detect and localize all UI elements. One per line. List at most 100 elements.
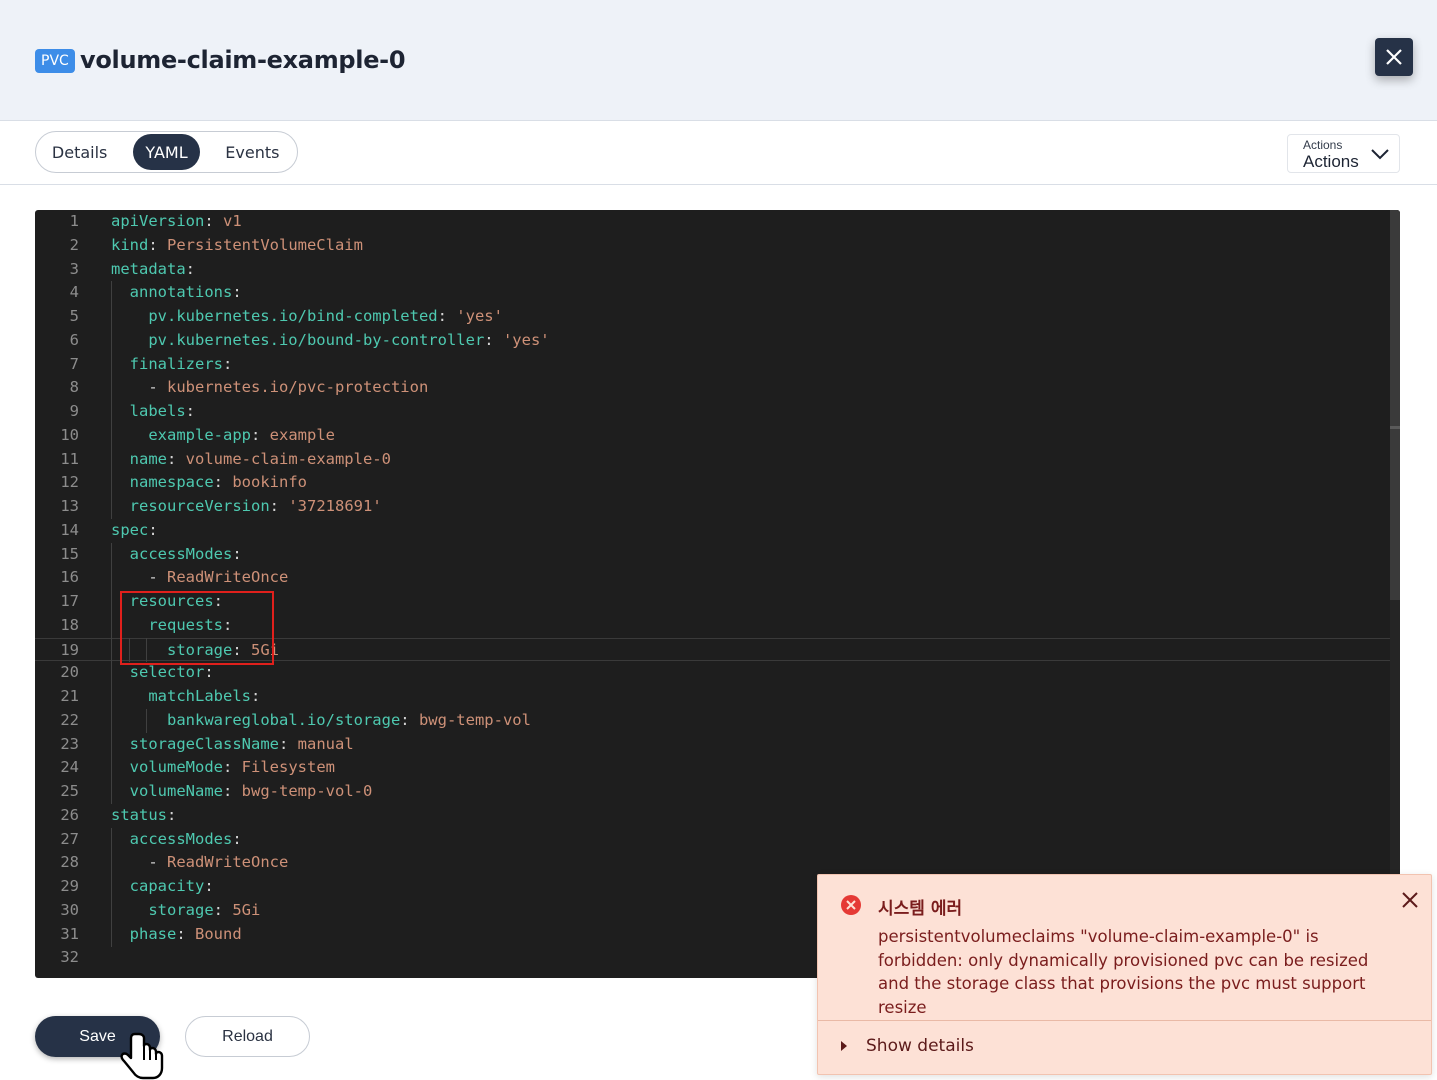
line-number: 6 (69, 330, 79, 349)
code-line[interactable]: 10 example-app: example (35, 424, 1390, 448)
code-line[interactable]: 21 matchLabels: (35, 685, 1390, 709)
tab-yaml[interactable]: YAML (133, 134, 200, 170)
code-line[interactable]: 5 pv.kubernetes.io/bind-completed: 'yes' (35, 305, 1390, 329)
resource-type-badge: PVC (35, 49, 75, 73)
line-number: 16 (60, 568, 79, 587)
code-line[interactable]: 3 metadata: (35, 258, 1390, 282)
line-number: 26 (60, 805, 79, 824)
yaml-editor[interactable]: 1 apiVersion: v1 2 kind: PersistentVolumeCl… (35, 210, 1400, 978)
yaml-punct (111, 901, 148, 919)
close-icon (1386, 49, 1402, 65)
yaml-key: matchLabels (148, 687, 251, 705)
scrollbar-marker (1390, 426, 1400, 429)
toast-message: persistentvolumeclaims "volume-claim-exa… (878, 927, 1369, 1017)
line-number: 23 (60, 734, 79, 753)
yaml-punct: : (167, 449, 186, 468)
tab-details[interactable]: Details (40, 134, 119, 170)
yaml-key: metadata (111, 259, 186, 278)
yaml-key: labels (129, 402, 186, 420)
actions-dropdown[interactable]: Actions Actions (1287, 134, 1400, 173)
yaml-punct (111, 497, 130, 515)
line-number: 18 (60, 615, 79, 634)
code-text: status: (111, 804, 176, 828)
code-line[interactable]: 16 - ReadWriteOnce (35, 566, 1390, 590)
code-text: pv.kubernetes.io/bound-by-controller: 'y… (111, 329, 549, 353)
yaml-punct: : (223, 354, 233, 373)
code-line[interactable]: 4 annotations: (35, 281, 1390, 305)
yaml-punct (111, 758, 130, 776)
code-line[interactable]: 26 status: (35, 804, 1390, 828)
code-line[interactable]: 27 accessModes: (35, 828, 1390, 852)
line-number: 31 (60, 924, 79, 943)
line-number: 21 (60, 687, 79, 705)
reload-button[interactable]: Reload (185, 1016, 310, 1057)
code-line[interactable]: 11 name: volume-claim-example-0 (35, 448, 1390, 472)
code-line[interactable]: 25 volumeName: bwg-temp-vol-0 (35, 780, 1390, 804)
yaml-key: pv.kubernetes.io/bind-completed (148, 307, 438, 325)
modal-header: PVC volume-claim-example-0 (0, 0, 1437, 121)
yaml-punct: : (232, 544, 242, 563)
yaml-punct: : (185, 259, 195, 278)
yaml-key: accessModes (129, 829, 233, 848)
yaml-punct (111, 331, 148, 349)
code-line[interactable]: 13 resourceVersion: '37218691' (35, 495, 1390, 519)
line-number: 15 (60, 544, 79, 563)
code-line[interactable]: 23 storageClassName: manual (35, 733, 1390, 757)
code-text: phase: Bound (111, 923, 242, 947)
yaml-value: ReadWriteOnce (167, 568, 289, 587)
yaml-punct: : (250, 687, 261, 705)
code-text: namespace: bookinfo (111, 471, 307, 495)
code-area[interactable]: 1 apiVersion: v1 2 kind: PersistentVolumeCl… (35, 210, 1390, 970)
code-text: labels: (111, 400, 195, 424)
code-line[interactable]: 12 namespace: bookinfo (35, 471, 1390, 495)
yaml-punct: : (232, 829, 242, 848)
line-number: 4 (69, 283, 79, 302)
code-line[interactable]: 15 accessModes: (35, 543, 1390, 567)
yaml-value: Filesystem (241, 758, 335, 777)
code-text: volumeMode: Filesystem (111, 756, 335, 780)
code-text: spec: (111, 519, 158, 543)
yaml-punct: : (213, 473, 233, 492)
yaml-key: example-app (148, 425, 251, 444)
yaml-punct (111, 782, 130, 800)
line-number: 1 (69, 212, 79, 230)
chevron-down-icon (1371, 149, 1389, 160)
yaml-key: pv.kubernetes.io/bound-by-controller (148, 330, 485, 349)
code-text: resourceVersion: '37218691' (111, 495, 382, 519)
line-number: 24 (60, 758, 79, 777)
code-text: - kubernetes.io/pvc-protection (111, 376, 428, 400)
tab-group: Details YAML Events (35, 131, 298, 173)
indent-guide (111, 543, 112, 804)
code-line[interactable]: 2 kind: PersistentVolumeClaim (35, 234, 1390, 258)
editor-scrollbar-thumb[interactable] (1390, 210, 1400, 600)
code-line[interactable]: 8 - kubernetes.io/pvc-protection (35, 376, 1390, 400)
code-line[interactable]: 7 finalizers: (35, 353, 1390, 377)
code-line[interactable]: 1 apiVersion: v1 (35, 210, 1390, 234)
yaml-key: status (111, 805, 167, 824)
line-number: 22 (60, 710, 79, 729)
yaml-punct (111, 307, 148, 325)
tab-events[interactable]: Events (212, 134, 293, 170)
code-line[interactable]: 9 labels: (35, 400, 1390, 424)
actions-selected-value: Actions (1303, 152, 1359, 171)
show-details-toggle[interactable]: Show details (840, 1036, 974, 1056)
code-text: volumeName: bwg-temp-vol-0 (111, 780, 373, 804)
toast-close-icon[interactable] (1401, 891, 1419, 909)
yaml-punct: : (148, 235, 167, 254)
yaml-punct (111, 355, 130, 373)
code-line[interactable]: 24 volumeMode: Filesystem (35, 756, 1390, 780)
code-line[interactable]: 6 pv.kubernetes.io/bound-by-controller: … (35, 329, 1390, 353)
yaml-punct (111, 687, 148, 705)
code-text: storageClassName: manual (111, 733, 354, 757)
indent-guide (111, 828, 112, 947)
code-line[interactable]: 28 - ReadWriteOnce (35, 851, 1390, 875)
yaml-punct: : (148, 520, 158, 539)
close-button[interactable] (1375, 38, 1413, 76)
yaml-punct (111, 877, 130, 895)
code-line[interactable]: 14 spec: (35, 519, 1390, 543)
yaml-key: annotations (129, 283, 233, 302)
yaml-punct: : (167, 805, 177, 824)
yaml-value: Bound (195, 924, 242, 943)
code-line[interactable]: 22 bankwareglobal.io/storage: bwg-temp-v… (35, 709, 1390, 733)
yaml-punct (111, 925, 130, 943)
